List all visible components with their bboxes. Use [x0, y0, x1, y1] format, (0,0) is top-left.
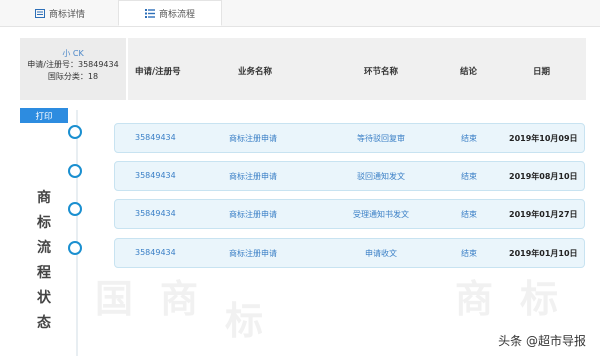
timeline-line: [76, 110, 78, 356]
column-header-step: 环节名称: [364, 67, 399, 77]
row-date: 2019年08月10日: [509, 172, 578, 181]
timeline-dot: [68, 125, 82, 139]
row-business: 商标注册申请: [229, 172, 277, 181]
table-row[interactable]: 35849434 商标注册申请 申请收文 结束 2019年01月10日: [114, 238, 585, 268]
row-reg-no: 35849434: [135, 133, 176, 142]
list-icon: [144, 8, 155, 18]
row-reg-no: 35849434: [135, 209, 176, 218]
row-date: 2019年01月27日: [509, 210, 578, 219]
row-result: 结束: [461, 134, 477, 143]
watermark: 标: [520, 277, 559, 321]
tab-label: 商标详情: [48, 9, 85, 20]
row-business: 商标注册申请: [229, 134, 277, 143]
row-step: 驳回通知发文: [357, 172, 405, 181]
column-header-business: 业务名称: [238, 67, 273, 77]
document-icon: [34, 8, 45, 18]
table-row[interactable]: 35849434 商标注册申请 驳回通知发文 结束 2019年08月10日: [114, 161, 585, 191]
process-status-label: 商 标 流 程 状 态: [37, 190, 51, 331]
row-reg-no: 35849434: [135, 248, 176, 257]
timeline-dot: [68, 164, 82, 178]
row-step: 申请收文: [365, 249, 397, 258]
row-business: 商标注册申请: [229, 249, 277, 258]
timeline-dot: [68, 241, 82, 255]
row-step: 等待驳回复审: [357, 134, 405, 143]
tab-trademark-process[interactable]: 商标流程: [118, 0, 222, 26]
watermark: 标: [225, 299, 264, 343]
source-credit: 头条 @超市导报: [498, 334, 586, 348]
row-result: 结束: [461, 172, 477, 181]
column-header-date: 日期: [533, 67, 551, 77]
column-header-reg-no: 申请/注册号: [135, 67, 181, 77]
row-reg-no: 35849434: [135, 171, 176, 180]
watermark: 商: [160, 277, 199, 321]
row-result: 结束: [461, 249, 477, 258]
watermark: 国: [95, 277, 134, 321]
print-button[interactable]: 打印: [20, 108, 68, 123]
registration-number: 申请/注册号：35849434: [27, 60, 119, 69]
row-result: 结束: [461, 210, 477, 219]
tab-label: 商标流程: [158, 9, 195, 20]
timeline-dot: [68, 202, 82, 216]
row-business: 商标注册申请: [229, 210, 277, 219]
watermark: 商: [455, 277, 494, 321]
column-header-result: 结论: [460, 67, 478, 77]
trademark-name: 小 CK: [62, 49, 84, 58]
trademark-summary: 小 CK 申请/注册号：35849434 国际分类：18: [20, 38, 128, 100]
table-row[interactable]: 35849434 商标注册申请 等待驳回复审 结束 2019年10月09日: [114, 123, 585, 153]
row-step: 受理通知书发文: [353, 210, 409, 219]
international-class: 国际分类：18: [47, 72, 99, 81]
tab-bar: 商标详情 商标流程: [0, 0, 600, 27]
process-table-header: 小 CK 申请/注册号：35849434 国际分类：18 申请/注册号 业务名称…: [20, 38, 586, 100]
row-date: 2019年01月10日: [509, 249, 578, 258]
tab-trademark-details[interactable]: 商标详情: [10, 0, 110, 26]
row-date: 2019年10月09日: [509, 134, 578, 143]
table-row[interactable]: 35849434 商标注册申请 受理通知书发文 结束 2019年01月27日: [114, 199, 585, 229]
